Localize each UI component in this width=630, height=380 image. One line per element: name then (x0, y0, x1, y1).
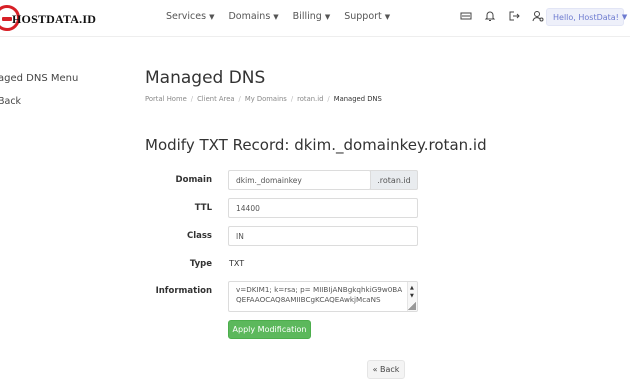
main-nav: Services ▼ Domains ▼ Billing ▼ Support ▼ (166, 11, 390, 22)
breadcrumb-separator: / (238, 95, 241, 103)
back-button[interactable]: « Back (367, 360, 405, 379)
information-label: Information (155, 286, 212, 296)
user-menu-button[interactable]: Hello, HostData! ▼ (546, 8, 628, 26)
nav-services[interactable]: Services ▼ (166, 11, 214, 22)
nav-support-label: Support (344, 11, 382, 22)
breadcrumb: Portal Home / Client Area / My Domains /… (145, 95, 382, 103)
type-value: TXT (229, 259, 245, 268)
breadcrumb-separator: / (290, 95, 294, 103)
information-text: v=DKIM1; k=rsa; p= MIIBIjANBgkqhkiG9w0BA… (236, 285, 403, 304)
domain-input[interactable]: dkim._domainkey (228, 170, 371, 190)
nav-billing-label: Billing (292, 11, 322, 22)
caret-down-icon: ▼ (273, 12, 279, 21)
brand-logo[interactable]: HOSTDATA.ID (0, 5, 97, 33)
domain-label: Domain (175, 175, 212, 185)
class-label: Class (186, 231, 212, 241)
domain-suffix: .rotan.id (370, 170, 418, 190)
header-icons (460, 10, 544, 22)
apply-modification-button[interactable]: Apply Modification (228, 320, 311, 339)
top-navbar: HOSTDATA.ID Services ▼ Domains ▼ Billing ▼ … (0, 0, 630, 37)
user-settings-icon[interactable] (532, 10, 544, 22)
type-label: Type (189, 259, 212, 269)
page-title: Managed DNS (145, 68, 266, 88)
ttl-input[interactable]: 14400 (228, 198, 418, 218)
breadcrumb-domain[interactable]: rotan.id (297, 95, 323, 103)
class-input[interactable]: IN (228, 226, 418, 246)
logout-icon[interactable] (508, 10, 520, 22)
scroll-down-icon[interactable]: ▼ (410, 291, 414, 301)
caret-down-icon: ▼ (621, 13, 628, 21)
sidebar-title: aged DNS Menu (0, 73, 79, 84)
nav-support[interactable]: Support ▼ (344, 11, 390, 22)
breadcrumb-separator: / (190, 95, 194, 103)
sidebar-back-link[interactable]: Back (0, 96, 21, 107)
brand-name: HOSTDATA.ID (12, 12, 97, 26)
breadcrumb-separator: / (327, 95, 330, 103)
caret-down-icon: ▼ (324, 12, 331, 21)
nav-services-label: Services (166, 11, 207, 22)
ttl-label: TTL (194, 203, 212, 213)
caret-down-icon: ▼ (209, 12, 215, 21)
caret-down-icon: ▼ (384, 12, 391, 21)
nav-domains-label: Domains (228, 11, 271, 22)
user-menu-label: Hello, HostData! (553, 12, 619, 22)
resize-grip-icon[interactable] (408, 302, 416, 310)
breadcrumb-current: Managed DNS (333, 95, 382, 103)
form-title: Modify TXT Record: dkim._domainkey.rotan… (145, 136, 487, 154)
nav-domains[interactable]: Domains ▼ (228, 11, 278, 22)
breadcrumb-my-domains[interactable]: My Domains (245, 95, 287, 103)
breadcrumb-portal-home[interactable]: Portal Home (145, 95, 187, 103)
cart-icon[interactable] (460, 10, 472, 22)
breadcrumb-client-area[interactable]: Client Area (197, 95, 234, 103)
bell-icon[interactable] (484, 10, 496, 22)
information-textarea[interactable]: v=DKIM1; k=rsa; p= MIIBIjANBgkqhkiG9w0BA… (228, 281, 418, 312)
nav-billing[interactable]: Billing ▼ (293, 11, 331, 22)
